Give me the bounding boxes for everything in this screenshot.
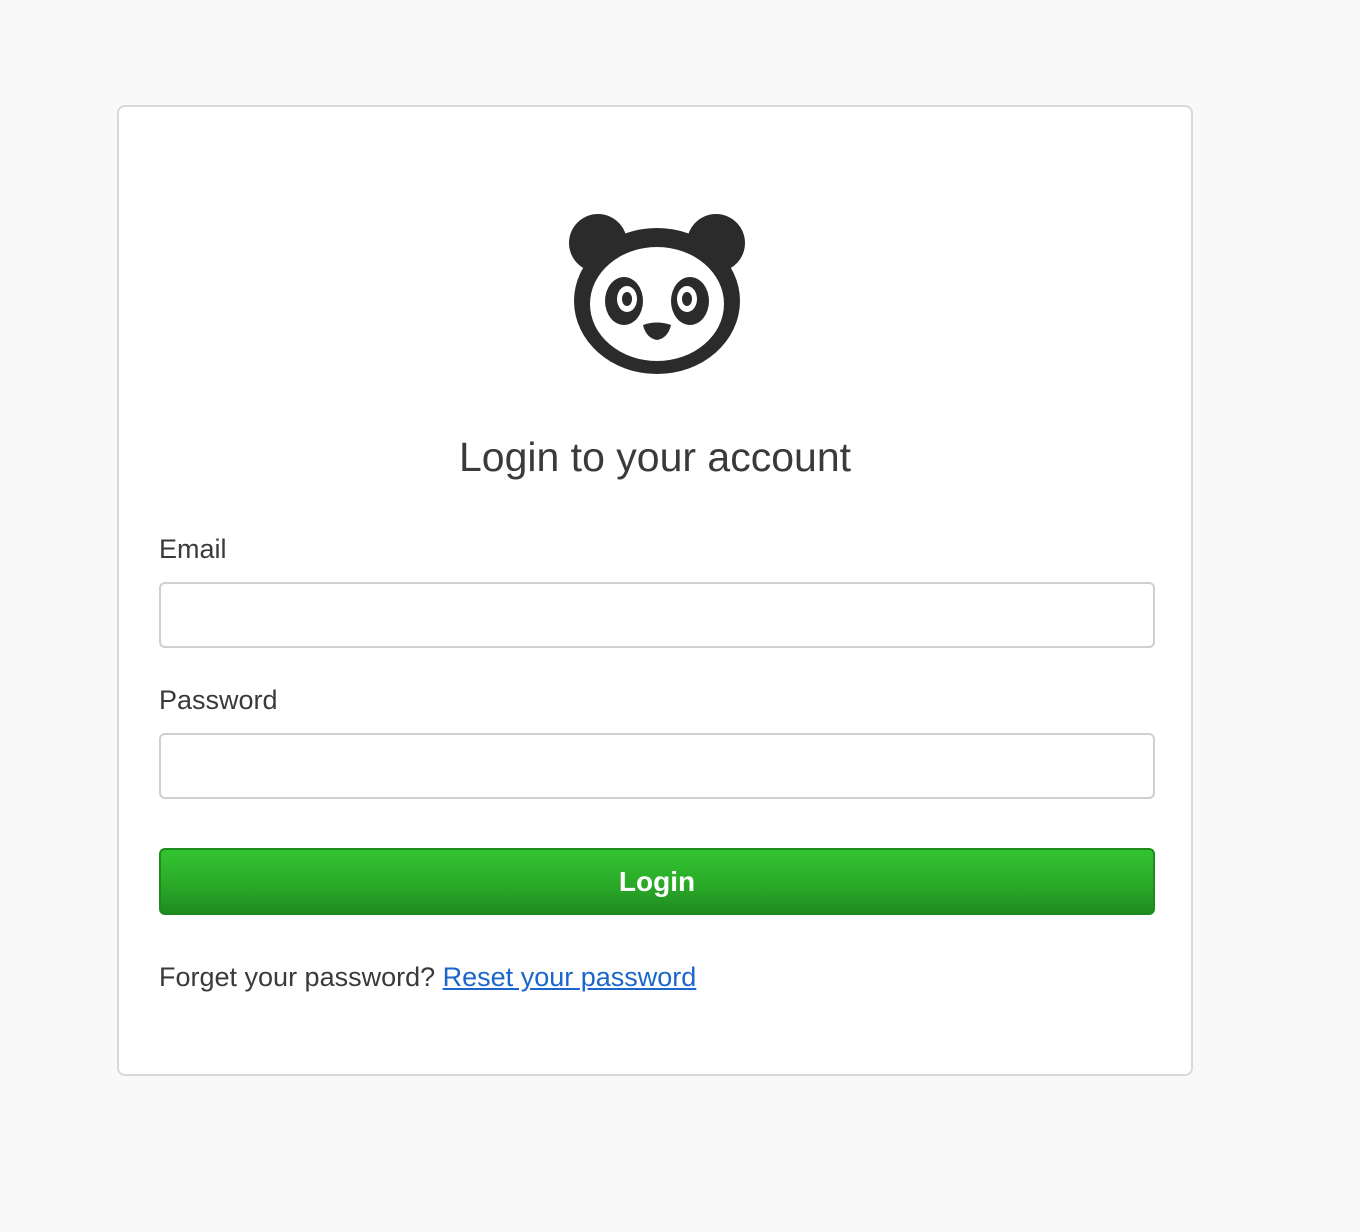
email-field[interactable] xyxy=(159,582,1155,648)
login-card: Login to your account Email Password Log… xyxy=(117,105,1193,1076)
password-field[interactable] xyxy=(159,733,1155,799)
panda-logo-icon xyxy=(569,214,745,374)
page-title: Login to your account xyxy=(458,434,852,480)
login-button[interactable]: Login xyxy=(159,848,1155,915)
email-label: Email xyxy=(159,534,227,564)
forgot-password-text: Forget your password? xyxy=(159,962,436,992)
forgot-password-row: Forget your password? Reset your passwor… xyxy=(159,960,696,994)
reset-password-link[interactable]: Reset your password xyxy=(443,962,697,992)
password-label: Password xyxy=(159,685,278,715)
